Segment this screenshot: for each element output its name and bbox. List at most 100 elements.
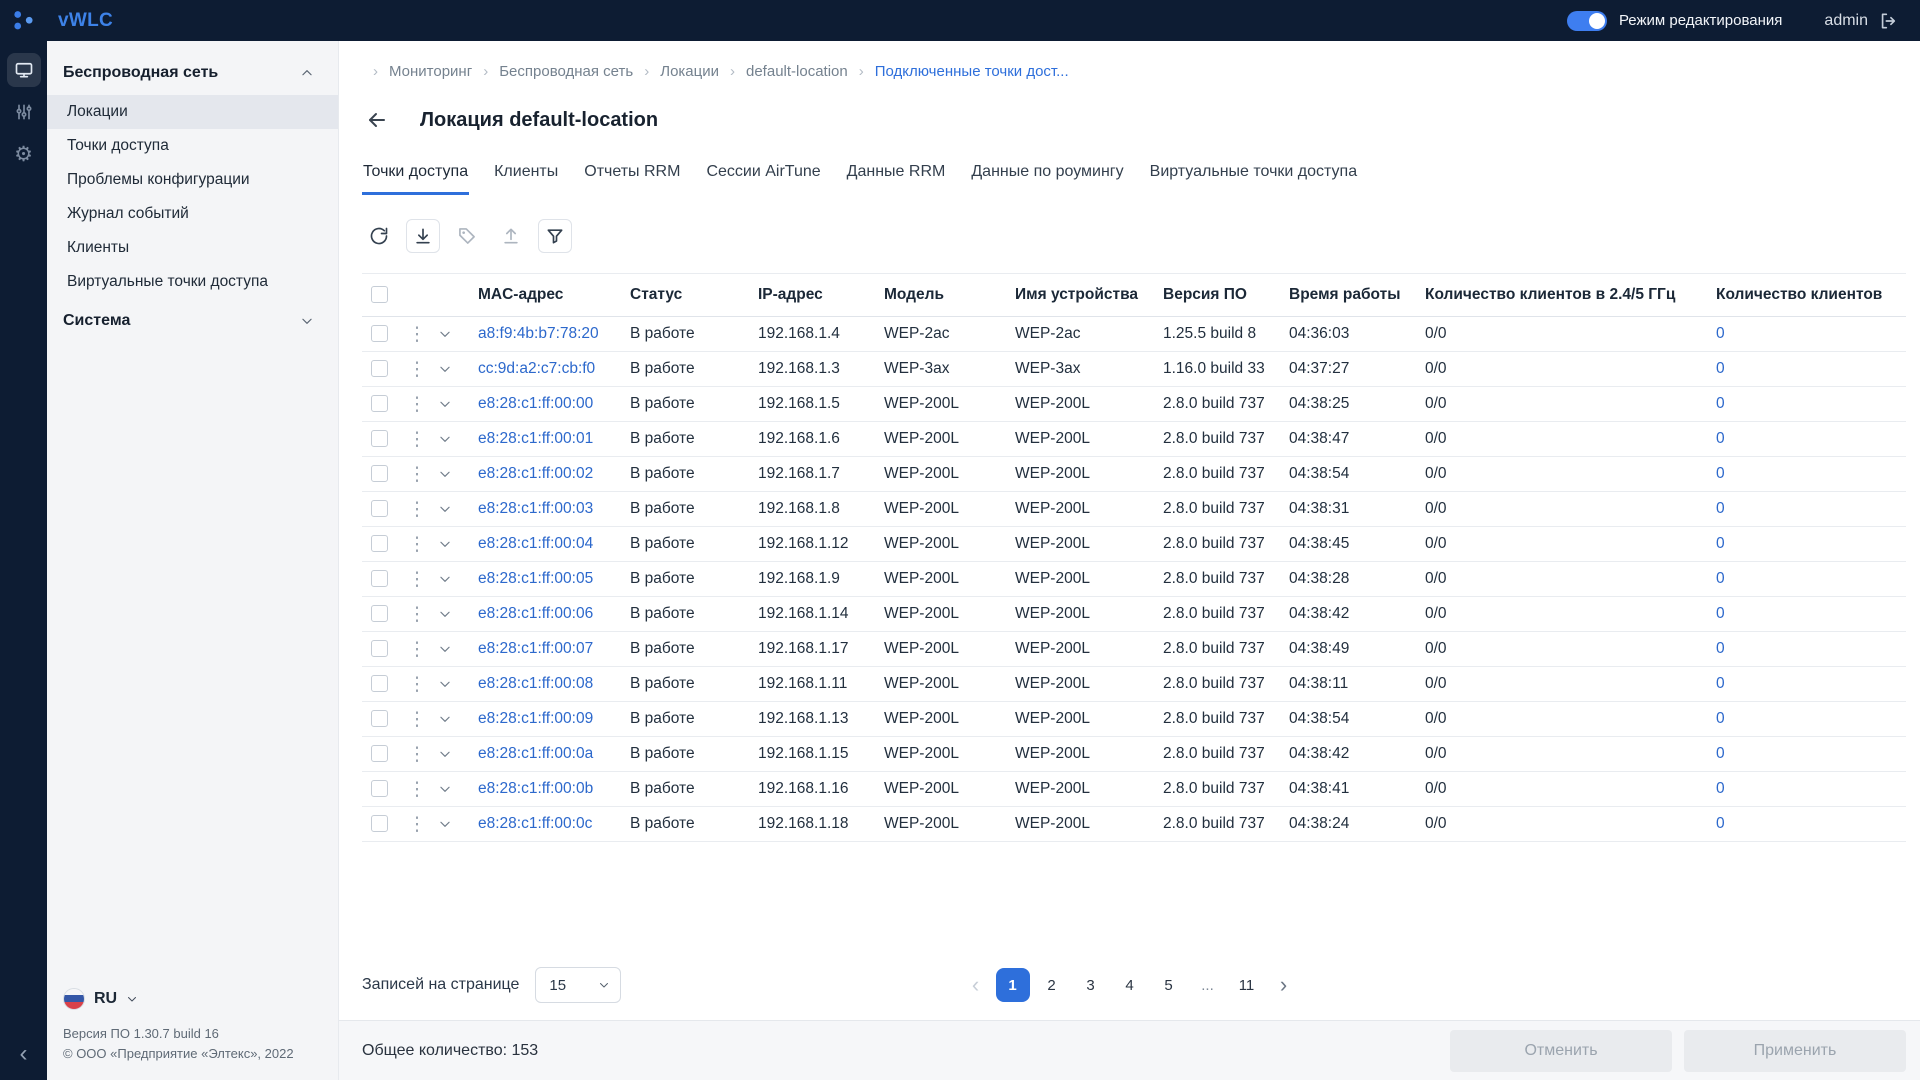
row-checkbox[interactable] bbox=[371, 815, 388, 832]
clients-count-link[interactable]: 0 bbox=[1716, 527, 1906, 562]
sidebar-item[interactable]: Клиенты bbox=[47, 231, 338, 265]
sidebar-item[interactable]: Локации bbox=[47, 95, 338, 129]
clients-count-link[interactable]: 0 bbox=[1716, 457, 1906, 492]
row-checkbox[interactable] bbox=[371, 360, 388, 377]
clients-count-link[interactable]: 0 bbox=[1716, 667, 1906, 702]
clients-count-link[interactable]: 0 bbox=[1716, 352, 1906, 387]
sidebar-item[interactable]: Виртуальные точки доступа bbox=[47, 265, 338, 299]
clients-count-link[interactable]: 0 bbox=[1716, 422, 1906, 457]
row-expand-button[interactable] bbox=[438, 807, 478, 842]
tab[interactable]: Виртуальные точки доступа bbox=[1149, 163, 1358, 195]
tab[interactable]: Клиенты bbox=[493, 163, 559, 195]
row-menu-button[interactable]: ⋮ bbox=[404, 702, 438, 737]
mac-address-link[interactable]: e8:28:c1:ff:00:0b bbox=[478, 772, 630, 807]
row-checkbox[interactable] bbox=[371, 430, 388, 447]
select-all-checkbox[interactable] bbox=[371, 286, 388, 303]
row-expand-button[interactable] bbox=[438, 562, 478, 597]
page-button[interactable]: 5 bbox=[1152, 968, 1186, 1002]
clients-count-link[interactable]: 0 bbox=[1716, 562, 1906, 597]
row-menu-button[interactable]: ⋮ bbox=[404, 772, 438, 807]
sidebar-section-system[interactable]: Система bbox=[47, 299, 338, 343]
mac-address-link[interactable]: cc:9d:a2:c7:cb:f0 bbox=[478, 352, 630, 387]
row-expand-button[interactable] bbox=[438, 492, 478, 527]
rail-settings-button[interactable]: ⚙ bbox=[7, 137, 41, 171]
mac-address-link[interactable]: e8:28:c1:ff:00:02 bbox=[478, 457, 630, 492]
mac-address-link[interactable]: e8:28:c1:ff:00:09 bbox=[478, 702, 630, 737]
row-checkbox[interactable] bbox=[371, 605, 388, 622]
row-checkbox[interactable] bbox=[371, 325, 388, 342]
cancel-button[interactable]: Отменить bbox=[1450, 1030, 1672, 1072]
clients-count-link[interactable]: 0 bbox=[1716, 492, 1906, 527]
row-menu-button[interactable]: ⋮ bbox=[404, 667, 438, 702]
page-button[interactable]: 2 bbox=[1035, 968, 1069, 1002]
mac-address-link[interactable]: e8:28:c1:ff:00:05 bbox=[478, 562, 630, 597]
row-checkbox[interactable] bbox=[371, 675, 388, 692]
row-expand-button[interactable] bbox=[438, 597, 478, 632]
mac-address-link[interactable]: e8:28:c1:ff:00:0c bbox=[478, 807, 630, 842]
row-checkbox[interactable] bbox=[371, 710, 388, 727]
back-button[interactable] bbox=[362, 105, 392, 135]
tab[interactable]: Отчеты RRM bbox=[583, 163, 681, 195]
logout-button[interactable] bbox=[1878, 11, 1898, 31]
clients-count-link[interactable]: 0 bbox=[1716, 597, 1906, 632]
apply-button[interactable]: Применить bbox=[1684, 1030, 1906, 1072]
clients-count-link[interactable]: 0 bbox=[1716, 737, 1906, 772]
filter-button[interactable] bbox=[538, 219, 572, 253]
row-menu-button[interactable]: ⋮ bbox=[404, 597, 438, 632]
row-menu-button[interactable]: ⋮ bbox=[404, 387, 438, 422]
tab[interactable]: Данные по роумингу bbox=[970, 163, 1124, 195]
row-expand-button[interactable] bbox=[438, 737, 478, 772]
tag-button[interactable] bbox=[450, 219, 484, 253]
row-expand-button[interactable] bbox=[438, 632, 478, 667]
row-menu-button[interactable]: ⋮ bbox=[404, 632, 438, 667]
mac-address-link[interactable]: e8:28:c1:ff:00:06 bbox=[478, 597, 630, 632]
row-expand-button[interactable] bbox=[438, 772, 478, 807]
page-button[interactable]: 1 bbox=[996, 968, 1030, 1002]
row-expand-button[interactable] bbox=[438, 667, 478, 702]
per-page-select[interactable]: 15 bbox=[535, 967, 621, 1003]
sidebar-item[interactable]: Проблемы конфигурации bbox=[47, 163, 338, 197]
breadcrumb-item[interactable]: Беспроводная сеть bbox=[472, 63, 633, 80]
clients-count-link[interactable]: 0 bbox=[1716, 702, 1906, 737]
rail-configuration-button[interactable] bbox=[7, 95, 41, 129]
row-expand-button[interactable] bbox=[438, 702, 478, 737]
row-expand-button[interactable] bbox=[438, 387, 478, 422]
row-checkbox[interactable] bbox=[371, 535, 388, 552]
mac-address-link[interactable]: e8:28:c1:ff:00:04 bbox=[478, 527, 630, 562]
download-button[interactable] bbox=[406, 219, 440, 253]
mac-address-link[interactable]: a8:f9:4b:b7:78:20 bbox=[478, 317, 630, 352]
row-checkbox[interactable] bbox=[371, 640, 388, 657]
clients-count-link[interactable]: 0 bbox=[1716, 387, 1906, 422]
language-selector[interactable]: RU bbox=[63, 980, 322, 1024]
clients-count-link[interactable]: 0 bbox=[1716, 772, 1906, 807]
row-checkbox[interactable] bbox=[371, 780, 388, 797]
sidebar-section-wireless[interactable]: Беспроводная сеть bbox=[47, 51, 338, 95]
breadcrumb-item[interactable]: Мониторинг bbox=[362, 63, 472, 80]
mac-address-link[interactable]: e8:28:c1:ff:00:08 bbox=[478, 667, 630, 702]
tab[interactable]: Точки доступа bbox=[362, 163, 469, 195]
sidebar-item[interactable]: Точки доступа bbox=[47, 129, 338, 163]
row-menu-button[interactable]: ⋮ bbox=[404, 562, 438, 597]
row-checkbox[interactable] bbox=[371, 465, 388, 482]
clients-count-link[interactable]: 0 bbox=[1716, 807, 1906, 842]
tab[interactable]: Сессии AirTune bbox=[705, 163, 821, 195]
previous-page-button[interactable]: ‹ bbox=[961, 968, 991, 1002]
breadcrumb-item[interactable]: default-location bbox=[719, 63, 848, 80]
upload-button[interactable] bbox=[494, 219, 528, 253]
row-checkbox[interactable] bbox=[371, 500, 388, 517]
row-menu-button[interactable]: ⋮ bbox=[404, 457, 438, 492]
mac-address-link[interactable]: e8:28:c1:ff:00:00 bbox=[478, 387, 630, 422]
page-button[interactable]: 4 bbox=[1113, 968, 1147, 1002]
sidebar-item[interactable]: Журнал событий bbox=[47, 197, 338, 231]
row-menu-button[interactable]: ⋮ bbox=[404, 422, 438, 457]
row-menu-button[interactable]: ⋮ bbox=[404, 317, 438, 352]
page-button[interactable]: 3 bbox=[1074, 968, 1108, 1002]
next-page-button[interactable]: › bbox=[1269, 968, 1299, 1002]
row-checkbox[interactable] bbox=[371, 570, 388, 587]
mac-address-link[interactable]: e8:28:c1:ff:00:0a bbox=[478, 737, 630, 772]
mac-address-link[interactable]: e8:28:c1:ff:00:07 bbox=[478, 632, 630, 667]
row-menu-button[interactable]: ⋮ bbox=[404, 807, 438, 842]
edit-mode-toggle[interactable] bbox=[1567, 11, 1607, 31]
row-checkbox[interactable] bbox=[371, 395, 388, 412]
clients-count-link[interactable]: 0 bbox=[1716, 317, 1906, 352]
